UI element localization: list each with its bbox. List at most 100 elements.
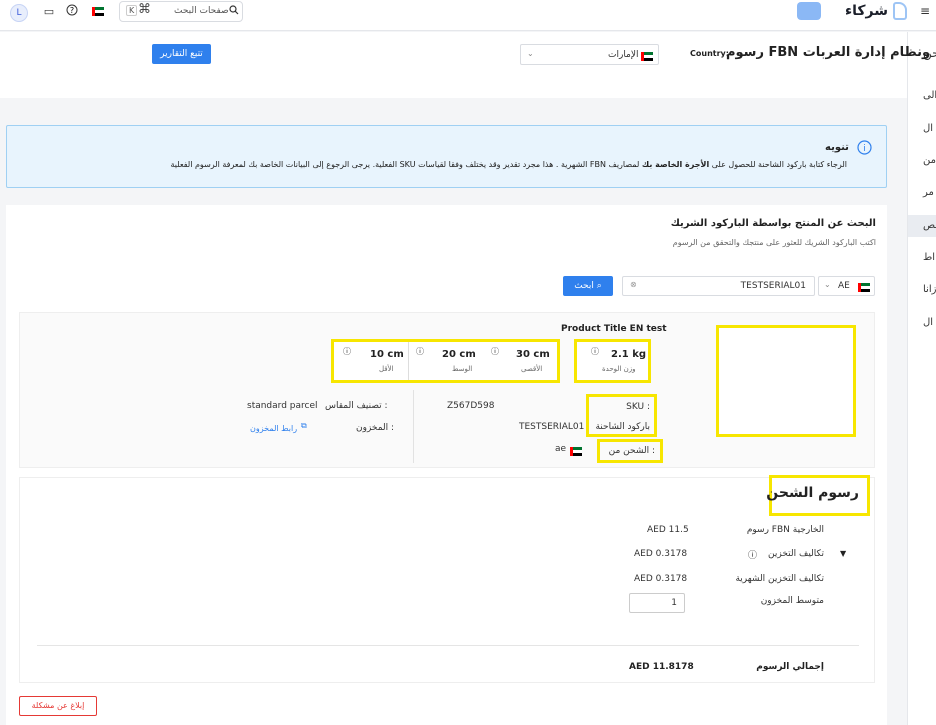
search-box[interactable]: K ⌘ صفحات البحث [119, 1, 243, 22]
barcode-label: باركود الشاحنة [595, 422, 650, 432]
search-button[interactable]: ابحث ⌕ [563, 276, 613, 296]
sku-value: Z567D598 [447, 401, 495, 411]
page-title: رسوم FBN ونظام إدارة العربات [726, 45, 931, 60]
notice-text-2: لمصاريف FBN الشهرية . هذا مجرد تقدير وقد… [170, 160, 640, 169]
page-header: رسوم FBN ونظام إدارة العربات Country: ⌄ … [0, 32, 930, 98]
total-fees-label: إجمالي الرسوم [756, 662, 824, 672]
weight-box: ⓘ 2.1 kg وزن الوحدة [574, 339, 651, 383]
fee-row-1-label: تكاليف التخزين [768, 549, 824, 559]
sku-barcode-box: SKU : باركود الشاحنة [586, 394, 657, 437]
country-select-value: الإمارات [608, 50, 639, 60]
fees-title-box: رسوم الشحن [766, 475, 870, 516]
total-fees-value: AED 11.8178 [629, 662, 694, 672]
search-section-subtitle: اكتب الباركود الشريك للعثور على منتجك وا… [672, 238, 876, 247]
avg-inventory-label: متوسط المخزون [760, 596, 824, 606]
notice-title: تنويه [825, 142, 849, 153]
uae-flag-icon[interactable] [92, 6, 104, 17]
sidebar-item-5[interactable]: مص [908, 215, 936, 237]
size-class-value: standard parcel [247, 401, 318, 411]
fee-row-0-label: رسوم FBN الخارجية [746, 525, 824, 535]
uae-flag-icon [858, 282, 870, 293]
dimensions-box: ⓘ 30 cm الأقصى ⓘ 20 cm الوسط ⓘ 10 cm الأ… [331, 339, 560, 383]
sku-label: SKU : [626, 402, 650, 412]
fees-title: رسوم الشحن [766, 485, 859, 501]
dimension-mid: ⓘ 20 cm الوسط [410, 342, 484, 380]
dimension-max-value: 30 cm [516, 349, 550, 360]
inventory-link[interactable]: رابط المخزون [250, 424, 297, 433]
logo-text: شركاء [845, 3, 889, 19]
clear-icon[interactable]: ⊗ [630, 280, 637, 289]
sidebar-item-8[interactable]: ال [908, 312, 936, 334]
inventory-label: المخزون : [356, 423, 395, 433]
info-icon: ⓘ [416, 347, 424, 356]
info-icon: ⓘ [343, 347, 351, 356]
notification-indicator[interactable] [797, 2, 821, 20]
barcode-input-value: TESTSERIAL01 [740, 281, 806, 291]
search-input[interactable]: صفحات البحث [174, 6, 229, 16]
size-class-label: تصنيف المقاس : [325, 401, 388, 411]
external-link-icon: ⧉ [301, 421, 307, 430]
chat-icon[interactable]: ▭ [41, 4, 57, 20]
barcode-input[interactable]: ⊗ TESTSERIAL01 [622, 276, 815, 296]
logo-icon [893, 2, 907, 20]
chevron-down-icon: ⌄ [824, 280, 831, 289]
barcode-value: TESTSERIAL01 [519, 422, 585, 432]
country-select[interactable]: ⌄ الإمارات [520, 44, 659, 65]
sidebar-item-7[interactable]: زانا [908, 279, 936, 301]
dimension-min-value: 10 cm [370, 349, 404, 360]
sidebar-item-4[interactable]: مر [908, 182, 936, 204]
chevron-down-icon: ⌄ [527, 49, 534, 58]
avg-inventory-input[interactable]: 1 [629, 593, 685, 613]
ship-from-box: الشحن من : [597, 439, 663, 463]
weight-label: وزن الوحدة [602, 365, 636, 373]
menu-icon[interactable]: ≡ [920, 4, 930, 18]
country-code-select[interactable]: ⌄ AE [818, 276, 875, 296]
fee-row-1-value: AED 0.3178 [634, 549, 688, 559]
fee-row-2-value: AED 0.3178 [634, 574, 688, 584]
caret-down-icon[interactable]: ▼ [840, 549, 846, 558]
divider [37, 645, 859, 646]
notice-banner: i تنويه الرجاء كتابة باركود الشاحنة للحص… [6, 125, 887, 188]
ship-from-value: ae [555, 444, 567, 454]
svg-text:i: i [863, 144, 866, 154]
uae-flag-icon [570, 446, 582, 457]
svg-text:?: ? [70, 6, 74, 15]
country-code-value: AE [838, 281, 850, 291]
avatar[interactable]: L [10, 4, 28, 22]
search-card: البحث عن المنتج بواسطة الباركود الشريك ا… [6, 205, 887, 725]
dimension-max-label: الأقصى [521, 365, 543, 373]
notice-text: الرجاء كتابة باركود الشاحنة للحصول على ا… [171, 160, 847, 169]
command-icon: ⌘ [138, 2, 151, 17]
track-reports-button[interactable]: تتبع التقارير [152, 44, 211, 64]
top-bar: L ▭ ? K ⌘ صفحات البحث شركاء ≡ [0, 0, 936, 31]
fee-row-2-label: تكاليف التخزين الشهرية [735, 574, 824, 584]
search-icon: ⌕ [596, 281, 602, 291]
sidebar-item-1[interactable]: الى [908, 85, 936, 107]
sidebar: حن الى ال من مر مص اط زانا ال [907, 32, 936, 725]
fees-panel: رسوم الشحن رسوم FBN الخارجية AED 11.5 ▼ … [19, 475, 875, 683]
sidebar-item-6[interactable]: اط [908, 247, 936, 269]
notice-text-bold: الأجرة الخاصة بك [641, 160, 710, 169]
search-section-title: البحث عن المنتج بواسطة الباركود الشريك [670, 218, 876, 229]
help-icon[interactable]: ? [64, 4, 80, 20]
product-panel: Product Title EN test ⓘ 2.1 kg وزن الوحد… [19, 312, 875, 468]
weight-value: 2.1 kg [611, 349, 647, 360]
ship-from-label: الشحن من : [608, 446, 655, 456]
sidebar-item-2[interactable]: ال [908, 118, 936, 140]
dimension-mid-value: 20 cm [442, 349, 476, 360]
product-title: Product Title EN test [561, 324, 667, 334]
dimension-min-label: الأقل [379, 365, 394, 373]
search-button-label: ابحث [574, 281, 594, 291]
dimension-mid-label: الوسط [452, 365, 473, 373]
product-image [716, 325, 856, 437]
dimension-max: ⓘ 30 cm الأقصى [485, 342, 559, 380]
info-icon[interactable]: ⓘ [748, 548, 757, 561]
report-issue-button[interactable]: إبلاغ عن مشكلة [19, 696, 97, 716]
sidebar-item-3[interactable]: من [908, 150, 936, 172]
info-icon: i [857, 140, 872, 158]
notice-text-1: الرجاء كتابة باركود الشاحنة للحصول على [711, 160, 847, 169]
shortcut-key: K [126, 5, 138, 16]
country-label: Country: [690, 49, 729, 58]
dimension-min: ⓘ 10 cm الأقل [334, 342, 409, 380]
divider [413, 390, 414, 463]
